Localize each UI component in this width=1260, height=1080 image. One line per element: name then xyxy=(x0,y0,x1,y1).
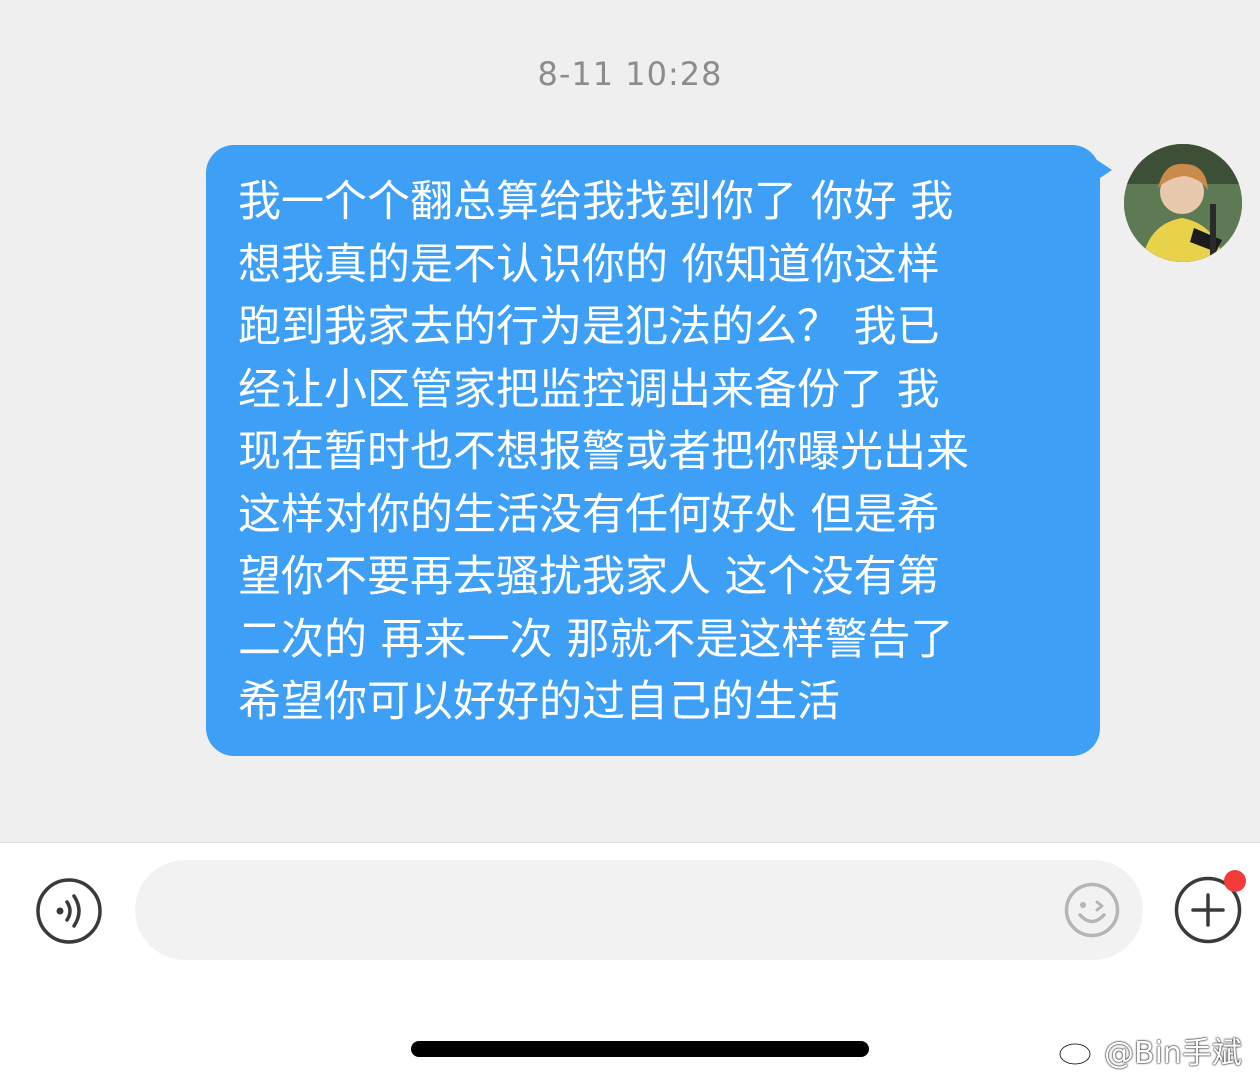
message-bubble[interactable]: 我一个个翻总算给我找到你了 你好 我 想我真的是不认识你的 你知道你这样 跑到我… xyxy=(206,145,1100,756)
message-line: 二次的 再来一次 那就不是这样警告了 xyxy=(238,614,954,665)
avatar[interactable] xyxy=(1124,144,1242,262)
weibo-logo-icon xyxy=(1058,1033,1100,1066)
message-line: 我一个个翻总算给我找到你了 你好 我 xyxy=(238,177,954,227)
bubble-tail xyxy=(1094,158,1112,182)
message-line: 经让小区管家把监控调出来备份了 我 xyxy=(238,364,940,415)
message-line: 现在暂时也不想报警或者把你曝光出来 xyxy=(238,427,969,477)
message-line: 这样对你的生活没有任何好处 但是希 xyxy=(238,489,940,540)
watermark: @Bin手斌 xyxy=(1058,1030,1242,1071)
message-line: 想我真的是不认识你的 你知道你这样 xyxy=(238,239,940,290)
voice-button[interactable] xyxy=(36,878,102,944)
emoji-icon xyxy=(1064,882,1120,938)
message-line: 希望你可以好好的过自己的生活 xyxy=(238,677,840,727)
voice-icon xyxy=(36,878,102,944)
emoji-button[interactable] xyxy=(1064,882,1120,938)
home-indicator[interactable] xyxy=(411,1041,869,1057)
avatar-image xyxy=(1124,144,1242,262)
chat-area: 8-11 10:28 我一个个翻总算给我找到你了 你好 我 想我真的是不认识你的… xyxy=(0,0,1260,842)
message-line: 跑到我家去的行为是犯法的么？ 我已 xyxy=(238,302,940,352)
watermark-text: @Bin手斌 xyxy=(1104,1036,1242,1071)
message-input[interactable] xyxy=(135,860,1143,960)
notification-dot xyxy=(1224,870,1246,892)
message-timestamp: 8-11 10:28 xyxy=(537,55,723,93)
message-line: 望你不要再去骚扰我家人 这个没有第 xyxy=(238,552,940,602)
